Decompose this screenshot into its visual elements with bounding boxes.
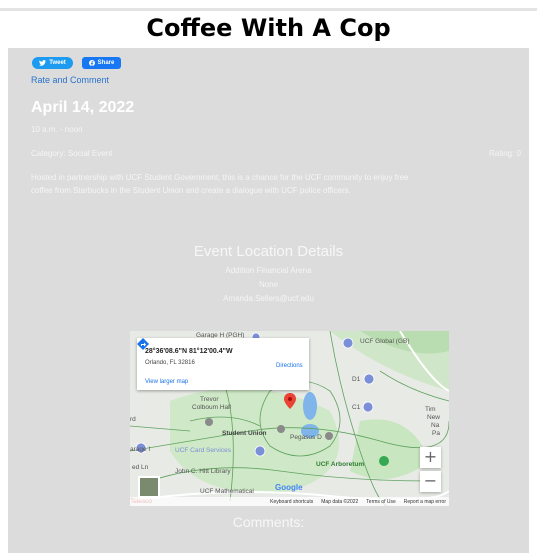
event-date: April 14, 2022 [31,99,135,116]
map-data-text: Map data ©2022 [321,498,359,505]
svg-text:UCF Mathematical: UCF Mathematical [200,488,254,495]
map-info-card: 28°36'08.6"N 81°12'00.4"W Orlando, FL 32… [137,338,309,390]
svg-text:Trevor: Trevor [200,396,219,403]
facebook-icon [88,60,95,66]
svg-text:rd: rd [130,416,136,423]
svg-text:Colboum Hall: Colboum Hall [192,404,232,411]
twitter-bird-icon [39,60,47,66]
svg-text:arage I: arage I [130,446,150,453]
rate-and-comment-link[interactable]: Rate and Comment [31,75,109,85]
event-panel: Tweet Share Rate and Comment April 14, 2… [8,48,529,553]
map-attribution: Keyboard shortcuts Map data ©2022 Terms … [130,497,449,506]
directions-icon[interactable] [137,338,149,350]
location-contact: Amanda.Sellers@ucf.edu [223,294,314,303]
tweet-button[interactable]: Tweet [32,57,73,69]
event-description: Hosted in partnership with UCF Student G… [31,173,409,195]
svg-text:Na: Na [431,422,440,429]
report-map-error-link[interactable]: Report a map error [404,499,446,505]
svg-text:Tim: Tim [425,406,436,413]
event-rating: Rating: 0 [488,149,521,158]
svg-text:Pegasus D: Pegasus D [290,434,322,441]
svg-text:Student Union: Student Union [222,430,266,437]
svg-text:UCF Card Services: UCF Card Services [175,447,232,454]
zoom-in-button[interactable]: + [420,447,441,468]
terms-of-use-link[interactable]: Terms of Use [366,499,395,505]
share-label: Share [97,60,115,66]
svg-text:UCF Arboretum: UCF Arboretum [316,461,364,468]
comments-heading: Comments: [232,514,305,530]
svg-text:ed Ln: ed Ln [132,464,149,471]
location-heading: Event Location Details [193,243,344,260]
zoom-out-button[interactable]: − [420,471,441,492]
header-divider [0,8,537,11]
directions-link[interactable]: Directions [276,363,303,369]
google-logo: Google [275,483,303,492]
svg-text:C1: C1 [352,404,361,411]
svg-text:Pa: Pa [432,430,440,437]
tweet-label: Tweet [49,60,66,66]
map-coordinates: 28°36'08.6"N 81°12'00.4"W [145,348,233,355]
location-room: None [258,280,279,289]
page-title: Coffee With A Cop [146,14,391,42]
keyboard-shortcuts-link[interactable]: Keyboard shortcuts [270,499,313,505]
svg-text:John C. Hitt Library: John C. Hitt Library [175,468,231,475]
event-category: Category: Social Event [31,149,113,158]
view-larger-map-link[interactable]: View larger map [145,379,188,385]
map-address: Orlando, FL 32816 [145,360,195,366]
embedded-map[interactable]: Trevor Colboum Hall Student Union UCF Car… [130,331,449,506]
satellite-toggle[interactable] [138,476,160,498]
facebook-share-button[interactable]: Share [82,57,121,69]
event-time: 10 a.m. - noon [31,125,83,134]
svg-text:UCF Global (GB): UCF Global (GB) [360,338,409,345]
location-venue: Addition Financial Arena [225,266,312,275]
svg-text:New: New [427,414,440,421]
svg-text:D1: D1 [352,376,361,383]
